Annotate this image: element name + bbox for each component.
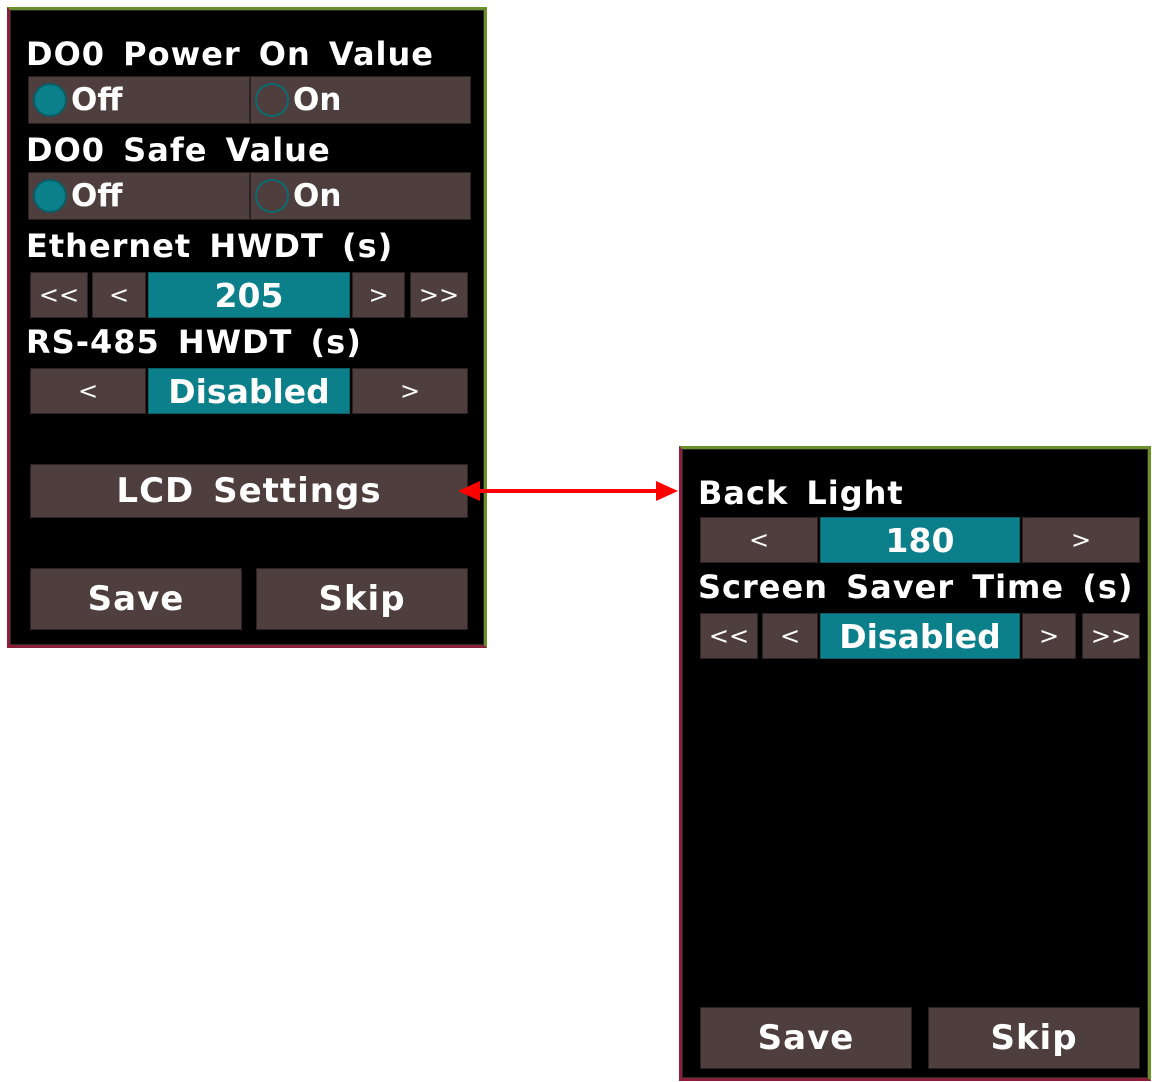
screen-saver-first-button[interactable]: <<: [700, 613, 758, 659]
rs485-hwdt-next-button[interactable]: >: [352, 368, 468, 414]
do0-safe-off-radio[interactable]: Off: [28, 172, 250, 220]
do0-power-on-label: DO0 Power On Value: [26, 35, 434, 73]
back-light-value: 180: [820, 517, 1020, 563]
rs485-hwdt-value: Disabled: [148, 368, 350, 414]
screen-saver-next-button[interactable]: >: [1022, 613, 1076, 659]
lcd-settings-button[interactable]: LCD Settings: [30, 464, 468, 518]
ethernet-hwdt-last-button[interactable]: >>: [410, 272, 468, 318]
screen-saver-prev-button[interactable]: <: [762, 613, 818, 659]
radio-unselected-icon: [255, 179, 289, 213]
rs485-hwdt-label: RS-485 HWDT (s): [26, 323, 362, 361]
screen-saver-value: Disabled: [820, 613, 1020, 659]
rs485-hwdt-prev-button[interactable]: <: [30, 368, 146, 414]
double-arrow-icon: [458, 481, 678, 501]
ethernet-hwdt-value: 205: [148, 272, 350, 318]
radio-label: On: [293, 178, 342, 214]
save-button[interactable]: Save: [700, 1007, 912, 1069]
skip-button[interactable]: Skip: [256, 568, 468, 630]
lcd-settings-screen: Back Light < 180 > Screen Saver Time (s)…: [679, 446, 1151, 1081]
ethernet-hwdt-next-button[interactable]: >: [352, 272, 405, 318]
do0-safe-on-radio[interactable]: On: [250, 172, 471, 220]
back-light-prev-button[interactable]: <: [700, 517, 818, 563]
screen-saver-time-label: Screen Saver Time (s): [698, 568, 1134, 606]
screen-saver-last-button[interactable]: >>: [1082, 613, 1140, 659]
radio-label: Off: [71, 178, 123, 214]
radio-selected-icon: [33, 179, 67, 213]
radio-label: Off: [71, 82, 123, 118]
radio-selected-icon: [33, 83, 67, 117]
do0-power-on-on-radio[interactable]: On: [250, 76, 471, 124]
save-button[interactable]: Save: [30, 568, 242, 630]
back-light-label: Back Light: [698, 474, 904, 512]
skip-button[interactable]: Skip: [928, 1007, 1140, 1069]
back-light-next-button[interactable]: >: [1022, 517, 1140, 563]
do0-safe-value-label: DO0 Safe Value: [26, 131, 331, 169]
ethernet-hwdt-prev-button[interactable]: <: [92, 272, 146, 318]
radio-unselected-icon: [255, 83, 289, 117]
radio-label: On: [293, 82, 342, 118]
ethernet-hwdt-first-button[interactable]: <<: [30, 272, 88, 318]
ethernet-hwdt-label: Ethernet HWDT (s): [26, 227, 394, 265]
do0-power-on-off-radio[interactable]: Off: [28, 76, 250, 124]
device-settings-screen: DO0 Power On Value Off On DO0 Safe Value…: [7, 7, 487, 648]
